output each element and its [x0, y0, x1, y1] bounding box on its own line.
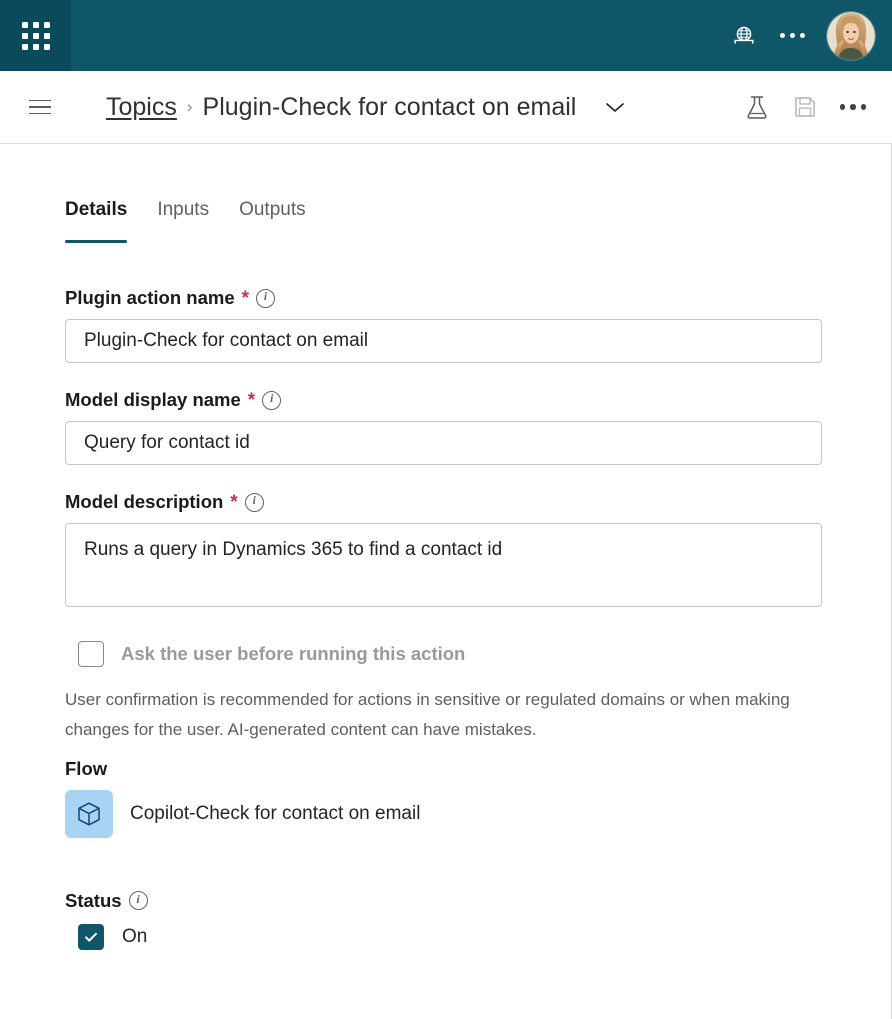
environment-button[interactable]: [720, 12, 768, 60]
plugin-action-name-label-text: Plugin action name: [65, 287, 235, 308]
tab-details[interactable]: Details: [65, 199, 128, 243]
info-icon[interactable]: i: [244, 492, 264, 512]
ask-user-row[interactable]: Ask the user before running this action: [78, 641, 826, 667]
confirmation-helper-text: User confirmation is recommended for act…: [65, 690, 790, 740]
status-section-label: Status i: [65, 890, 826, 912]
status-block: Status i On: [65, 890, 826, 950]
chevron-down-icon: [606, 103, 625, 112]
avatar-image: [827, 11, 875, 60]
model-display-name-input[interactable]: [65, 421, 822, 465]
page-title: Plugin-Check for contact on email: [202, 92, 577, 121]
flow-section-label: Flow: [65, 758, 826, 780]
status-label-text: Status: [65, 889, 122, 911]
breadcrumb-link-topics[interactable]: Topics: [106, 93, 177, 122]
info-icon[interactable]: i: [262, 390, 282, 410]
details-form: Plugin action name * i Model display nam…: [0, 229, 891, 950]
command-bar: Topics › Plugin-Check for contact on ema…: [0, 71, 892, 144]
title-dropdown-button[interactable]: [604, 100, 626, 114]
avatar[interactable]: [826, 10, 876, 61]
tab-list: Details Inputs Outputs: [0, 144, 891, 243]
status-checkbox[interactable]: [78, 923, 104, 950]
more-horizontal-icon: [779, 33, 805, 38]
ask-user-label: Ask the user before running this action: [121, 643, 466, 664]
info-icon[interactable]: i: [128, 891, 148, 910]
content-area: Details Inputs Outputs Plugin action nam…: [0, 144, 892, 1019]
required-asterisk: *: [230, 491, 238, 513]
appbar-more-button[interactable]: [768, 12, 816, 60]
command-bar-actions: [734, 84, 876, 130]
top-app-bar: [0, 0, 892, 71]
more-horizontal-icon: [839, 104, 867, 110]
tab-outputs[interactable]: Outputs: [239, 200, 306, 229]
ask-user-checkbox[interactable]: [78, 641, 104, 667]
flow-label-text: Flow: [65, 757, 108, 779]
model-display-name-label: Model display name * i: [65, 389, 826, 411]
tab-details-label: Details: [65, 199, 128, 220]
waffle-icon: [21, 21, 50, 50]
tab-inputs-label: Inputs: [157, 199, 210, 220]
tab-outputs-label: Outputs: [239, 199, 306, 220]
model-display-name-label-text: Model display name: [65, 389, 241, 410]
cube-flow-icon: [78, 801, 100, 826]
checkmark-icon: [85, 932, 97, 942]
plugin-action-name-label: Plugin action name * i: [65, 287, 826, 309]
required-asterisk: *: [241, 287, 250, 309]
flow-icon-container: [65, 789, 113, 838]
info-icon[interactable]: i: [256, 288, 276, 308]
save-button[interactable]: [782, 84, 828, 130]
flow-name[interactable]: Copilot-Check for contact on email: [130, 803, 420, 825]
globe-environment-icon: [734, 26, 754, 44]
tab-inputs[interactable]: Inputs: [157, 200, 209, 229]
field-model-description: Model description * i: [65, 491, 826, 607]
status-row[interactable]: On: [78, 923, 826, 950]
flow-row[interactable]: Copilot-Check for contact on email: [65, 789, 826, 838]
breadcrumb: Topics › Plugin-Check for contact on ema…: [106, 93, 626, 122]
more-commands-button[interactable]: [830, 84, 876, 130]
model-description-label: Model description * i: [65, 491, 826, 513]
test-button[interactable]: [734, 84, 780, 130]
model-description-label-text: Model description: [65, 491, 224, 512]
model-description-textarea[interactable]: [65, 523, 822, 607]
breadcrumb-separator: ›: [186, 97, 193, 116]
status-toggle-label: On: [122, 925, 148, 947]
field-plugin-action-name: Plugin action name * i: [65, 287, 826, 363]
hamburger-menu-icon[interactable]: [18, 85, 62, 129]
plugin-action-name-input[interactable]: [65, 319, 822, 363]
field-model-display-name: Model display name * i: [65, 389, 826, 465]
required-asterisk: *: [247, 389, 256, 411]
appbar-actions: [720, 10, 892, 61]
flask-icon: [747, 96, 767, 119]
save-icon: [795, 97, 815, 117]
app-launcher-button[interactable]: [0, 0, 71, 71]
